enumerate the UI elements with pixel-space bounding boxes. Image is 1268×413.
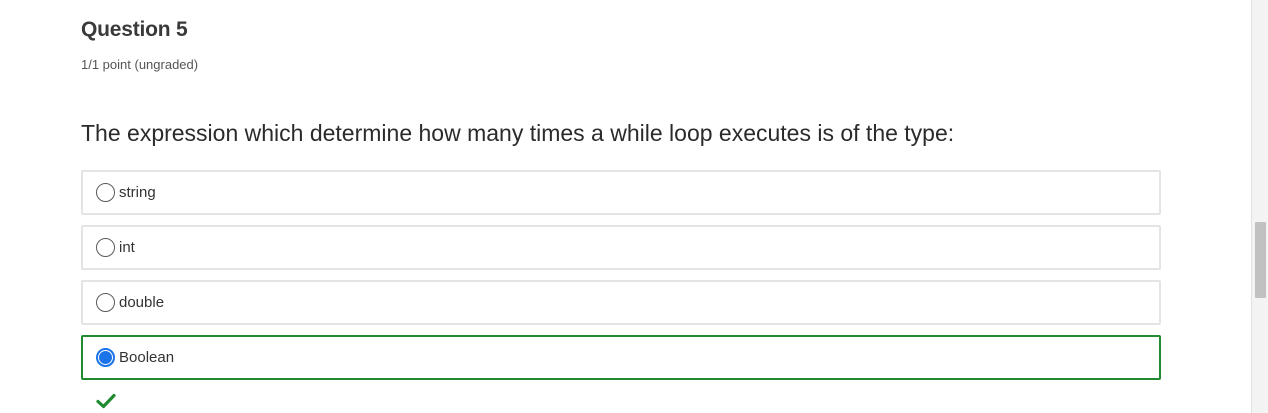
option-label: int xyxy=(119,239,135,256)
scrollbar-thumb[interactable] xyxy=(1255,222,1266,298)
radio-button[interactable] xyxy=(96,238,115,257)
answer-option-string[interactable]: string xyxy=(81,170,1161,215)
vertical-scrollbar[interactable] xyxy=(1251,0,1268,413)
checkmark-icon xyxy=(96,393,116,409)
question-points: 1/1 point (ungraded) xyxy=(81,57,199,72)
answer-option-int[interactable]: int xyxy=(81,225,1161,270)
question-title: Question 5 xyxy=(81,18,188,41)
radio-dot xyxy=(99,351,112,364)
radio-button[interactable] xyxy=(96,183,115,202)
option-label: double xyxy=(119,294,165,311)
answer-option-double[interactable]: double xyxy=(81,280,1161,325)
radio-button[interactable] xyxy=(96,293,115,312)
answer-option-boolean[interactable]: Boolean xyxy=(81,335,1161,380)
radio-button-selected[interactable] xyxy=(96,348,115,367)
question-prompt: The expression which determine how many … xyxy=(81,120,955,146)
option-label: Boolean xyxy=(119,349,175,366)
quiz-page: Question 5 1/1 point (ungraded) The expr… xyxy=(0,0,1268,413)
option-label: string xyxy=(119,184,156,201)
